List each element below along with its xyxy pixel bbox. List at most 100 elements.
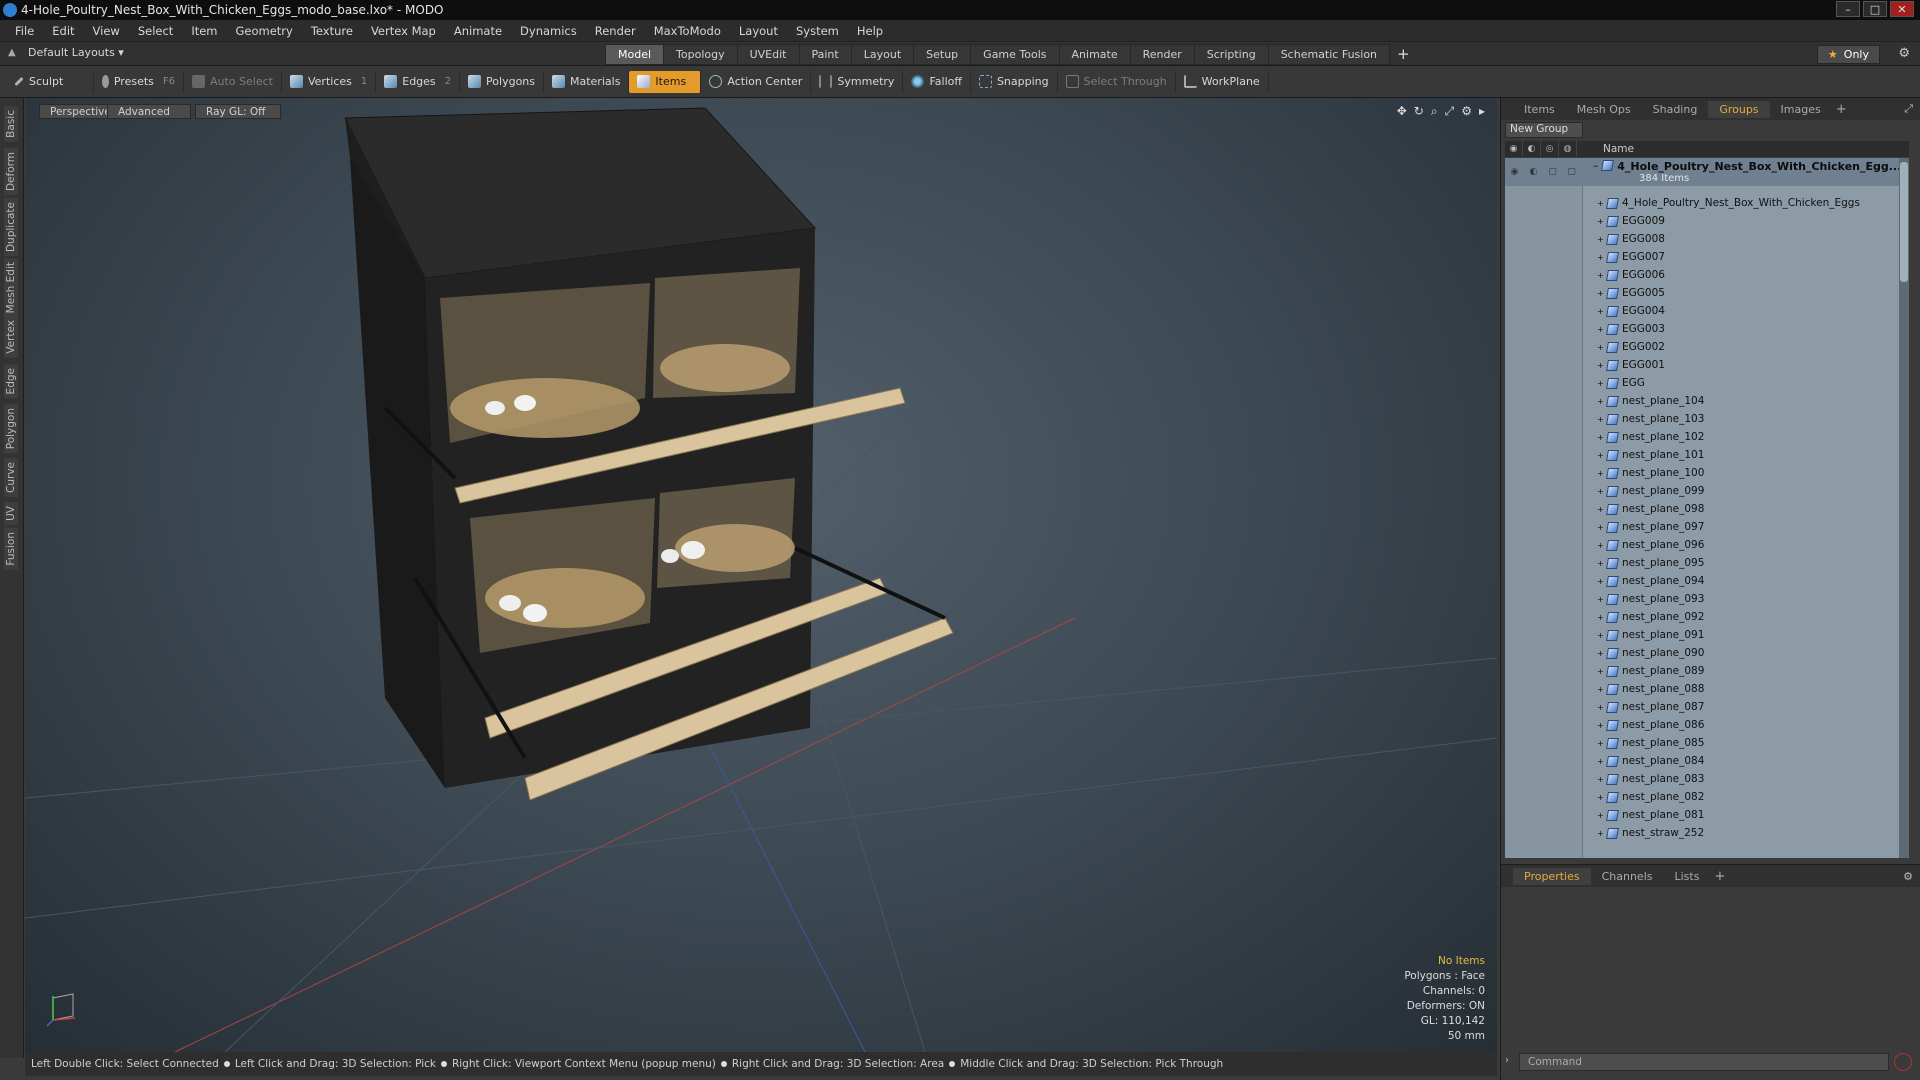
group-item-row[interactable]: + nest_plane_089 — [1505, 662, 1909, 680]
menu-maxtomodo[interactable]: MaxToModo — [645, 24, 730, 38]
select-through-button[interactable]: Select Through — [1058, 70, 1176, 93]
tab-uv[interactable]: UV — [4, 502, 18, 525]
tab-lists[interactable]: Lists — [1664, 868, 1711, 885]
menu-render[interactable]: Render — [586, 24, 645, 38]
menu-geometry[interactable]: Geometry — [227, 24, 302, 38]
group-item-row[interactable]: + nest_plane_100 — [1505, 464, 1909, 482]
menu-dynamics[interactable]: Dynamics — [511, 24, 586, 38]
tab-uvedit[interactable]: UVEdit — [736, 44, 800, 65]
falloff-button[interactable]: Falloff — [903, 70, 971, 93]
tab-paint[interactable]: Paint — [798, 44, 852, 65]
tab-animate[interactable]: Animate — [1058, 44, 1131, 65]
maximize-button[interactable]: □ — [1863, 1, 1887, 17]
tab-curve[interactable]: Curve — [4, 458, 18, 497]
tab-vertex[interactable]: Vertex — [4, 316, 18, 358]
group-item-row[interactable]: + EGG007 — [1505, 248, 1909, 266]
group-item-row[interactable]: + EGG — [1505, 374, 1909, 392]
group-item-row[interactable]: + EGG005 — [1505, 284, 1909, 302]
group-item-row[interactable]: + nest_straw_252 — [1505, 824, 1909, 842]
add-properties-tab-button[interactable]: + — [1710, 869, 1729, 884]
group-item-row[interactable]: + nest_plane_099 — [1505, 482, 1909, 500]
menu-texture[interactable]: Texture — [302, 24, 362, 38]
eye-icon[interactable]: ◉ — [1505, 158, 1524, 186]
lock-column-icon[interactable]: ◎ — [1541, 141, 1559, 157]
group-item-row[interactable]: + EGG003 — [1505, 320, 1909, 338]
menu-help[interactable]: Help — [848, 24, 892, 38]
menu-vertex-map[interactable]: Vertex Map — [362, 24, 445, 38]
group-item-row[interactable]: + EGG006 — [1505, 266, 1909, 284]
tab-properties[interactable]: Properties — [1513, 867, 1591, 885]
command-input[interactable]: Command — [1519, 1053, 1889, 1071]
select-toggle-icon[interactable]: ▢ — [1562, 158, 1581, 186]
group-item-row[interactable]: + nest_plane_081 — [1505, 806, 1909, 824]
symmetry-button[interactable]: Symmetry — [811, 70, 904, 93]
tab-topology[interactable]: Topology — [663, 44, 738, 65]
group-item-row[interactable]: + nest_plane_104 — [1505, 392, 1909, 410]
panel-maximize-icon[interactable]: ⤢ — [1904, 102, 1913, 116]
group-item-row[interactable]: + EGG002 — [1505, 338, 1909, 356]
rotate-icon[interactable]: ↻ — [1414, 104, 1424, 119]
tab-deform[interactable]: Deform — [4, 148, 18, 196]
group-item-row[interactable]: + nest_plane_087 — [1505, 698, 1909, 716]
group-item-row[interactable]: + EGG008 — [1505, 230, 1909, 248]
group-item-row[interactable]: + nest_plane_093 — [1505, 590, 1909, 608]
zoom-icon[interactable]: ⌕ — [1431, 104, 1438, 119]
layouts-dropdown[interactable]: ▲ Default Layouts ▾ — [8, 46, 124, 59]
group-item-row[interactable]: + nest_plane_082 — [1505, 788, 1909, 806]
group-item-row[interactable]: + nest_plane_085 — [1505, 734, 1909, 752]
tab-setup[interactable]: Setup — [913, 44, 972, 65]
expand-icon[interactable]: ▸ — [1479, 104, 1485, 119]
menu-edit[interactable]: Edit — [43, 24, 83, 38]
items-button[interactable]: Items — [629, 70, 702, 93]
menu-file[interactable]: File — [6, 24, 43, 38]
polygons-button[interactable]: Polygons — [460, 70, 544, 93]
action-center-button[interactable]: Action Center — [701, 70, 812, 93]
tab-render[interactable]: Render — [1129, 44, 1195, 65]
add-tab-button[interactable]: + — [1389, 44, 1418, 65]
snapping-button[interactable]: Snapping — [971, 70, 1058, 93]
visibility-column-icon[interactable]: ◉ — [1505, 141, 1523, 157]
only-toggle[interactable]: ★ Only — [1816, 45, 1880, 64]
menu-animate[interactable]: Animate — [445, 24, 511, 38]
menu-layout[interactable]: Layout — [730, 24, 787, 38]
menu-view[interactable]: View — [84, 24, 129, 38]
group-item-row[interactable]: + nest_plane_103 — [1505, 410, 1909, 428]
group-item-row[interactable]: + nest_plane_101 — [1505, 446, 1909, 464]
collapse-icon[interactable]: – — [1593, 160, 1598, 172]
group-item-row[interactable]: + nest_plane_098 — [1505, 500, 1909, 518]
tab-basic[interactable]: Basic — [4, 106, 18, 142]
tab-fusion[interactable]: Fusion — [4, 528, 18, 570]
render-icon[interactable]: ◐ — [1524, 158, 1543, 186]
presets-button[interactable]: Presets F6 — [94, 70, 184, 93]
3d-viewport[interactable]: Perspective Advanced Ray GL: Off ✥ ↻ ⌕ ⤢… — [25, 98, 1497, 1052]
group-item-row[interactable]: + nest_plane_096 — [1505, 536, 1909, 554]
tab-game-tools[interactable]: Game Tools — [970, 44, 1060, 65]
render-column-icon[interactable]: ◐ — [1523, 141, 1541, 157]
group-list[interactable]: ◉ ◐ ▢ ▢ – 4_Hole_Poultry_Nest_Box_With_C… — [1505, 158, 1909, 858]
list-scrollbar[interactable] — [1899, 158, 1909, 858]
new-group-button[interactable]: New Group — [1505, 122, 1583, 138]
auto-select-button[interactable]: Auto Select — [184, 70, 282, 93]
group-item-row[interactable]: + nest_plane_091 — [1505, 626, 1909, 644]
workplane-button[interactable]: WorkPlane — [1176, 70, 1269, 93]
group-item-row[interactable]: + nest_plane_092 — [1505, 608, 1909, 626]
tab-images[interactable]: Images — [1770, 101, 1832, 118]
minimize-button[interactable]: – — [1836, 1, 1860, 17]
properties-settings-icon[interactable]: ⚙ — [1903, 870, 1913, 883]
group-item-row[interactable]: + nest_plane_086 — [1505, 716, 1909, 734]
group-item-row[interactable]: + EGG009 — [1505, 212, 1909, 230]
command-expand-icon[interactable]: › — [1505, 1055, 1509, 1066]
raygl-toggle[interactable]: Ray GL: Off — [195, 104, 281, 119]
sculpt-button[interactable]: Sculpt — [6, 70, 94, 93]
fit-icon[interactable]: ⤢ — [1445, 104, 1455, 119]
group-item-row[interactable]: +4_Hole_Poultry_Nest_Box_With_Chicken_Eg… — [1505, 194, 1909, 212]
tab-shading[interactable]: Shading — [1642, 101, 1709, 118]
gear-icon[interactable]: ⚙ — [1898, 46, 1910, 61]
add-panel-tab-button[interactable]: + — [1832, 102, 1851, 117]
tab-groups[interactable]: Groups — [1708, 100, 1770, 118]
settings-icon[interactable]: ⚙ — [1461, 104, 1472, 119]
tab-duplicate[interactable]: Duplicate — [4, 198, 18, 257]
menu-item[interactable]: Item — [182, 24, 226, 38]
group-item-row[interactable]: + nest_plane_088 — [1505, 680, 1909, 698]
select-column-icon[interactable]: ◍ — [1559, 141, 1577, 157]
